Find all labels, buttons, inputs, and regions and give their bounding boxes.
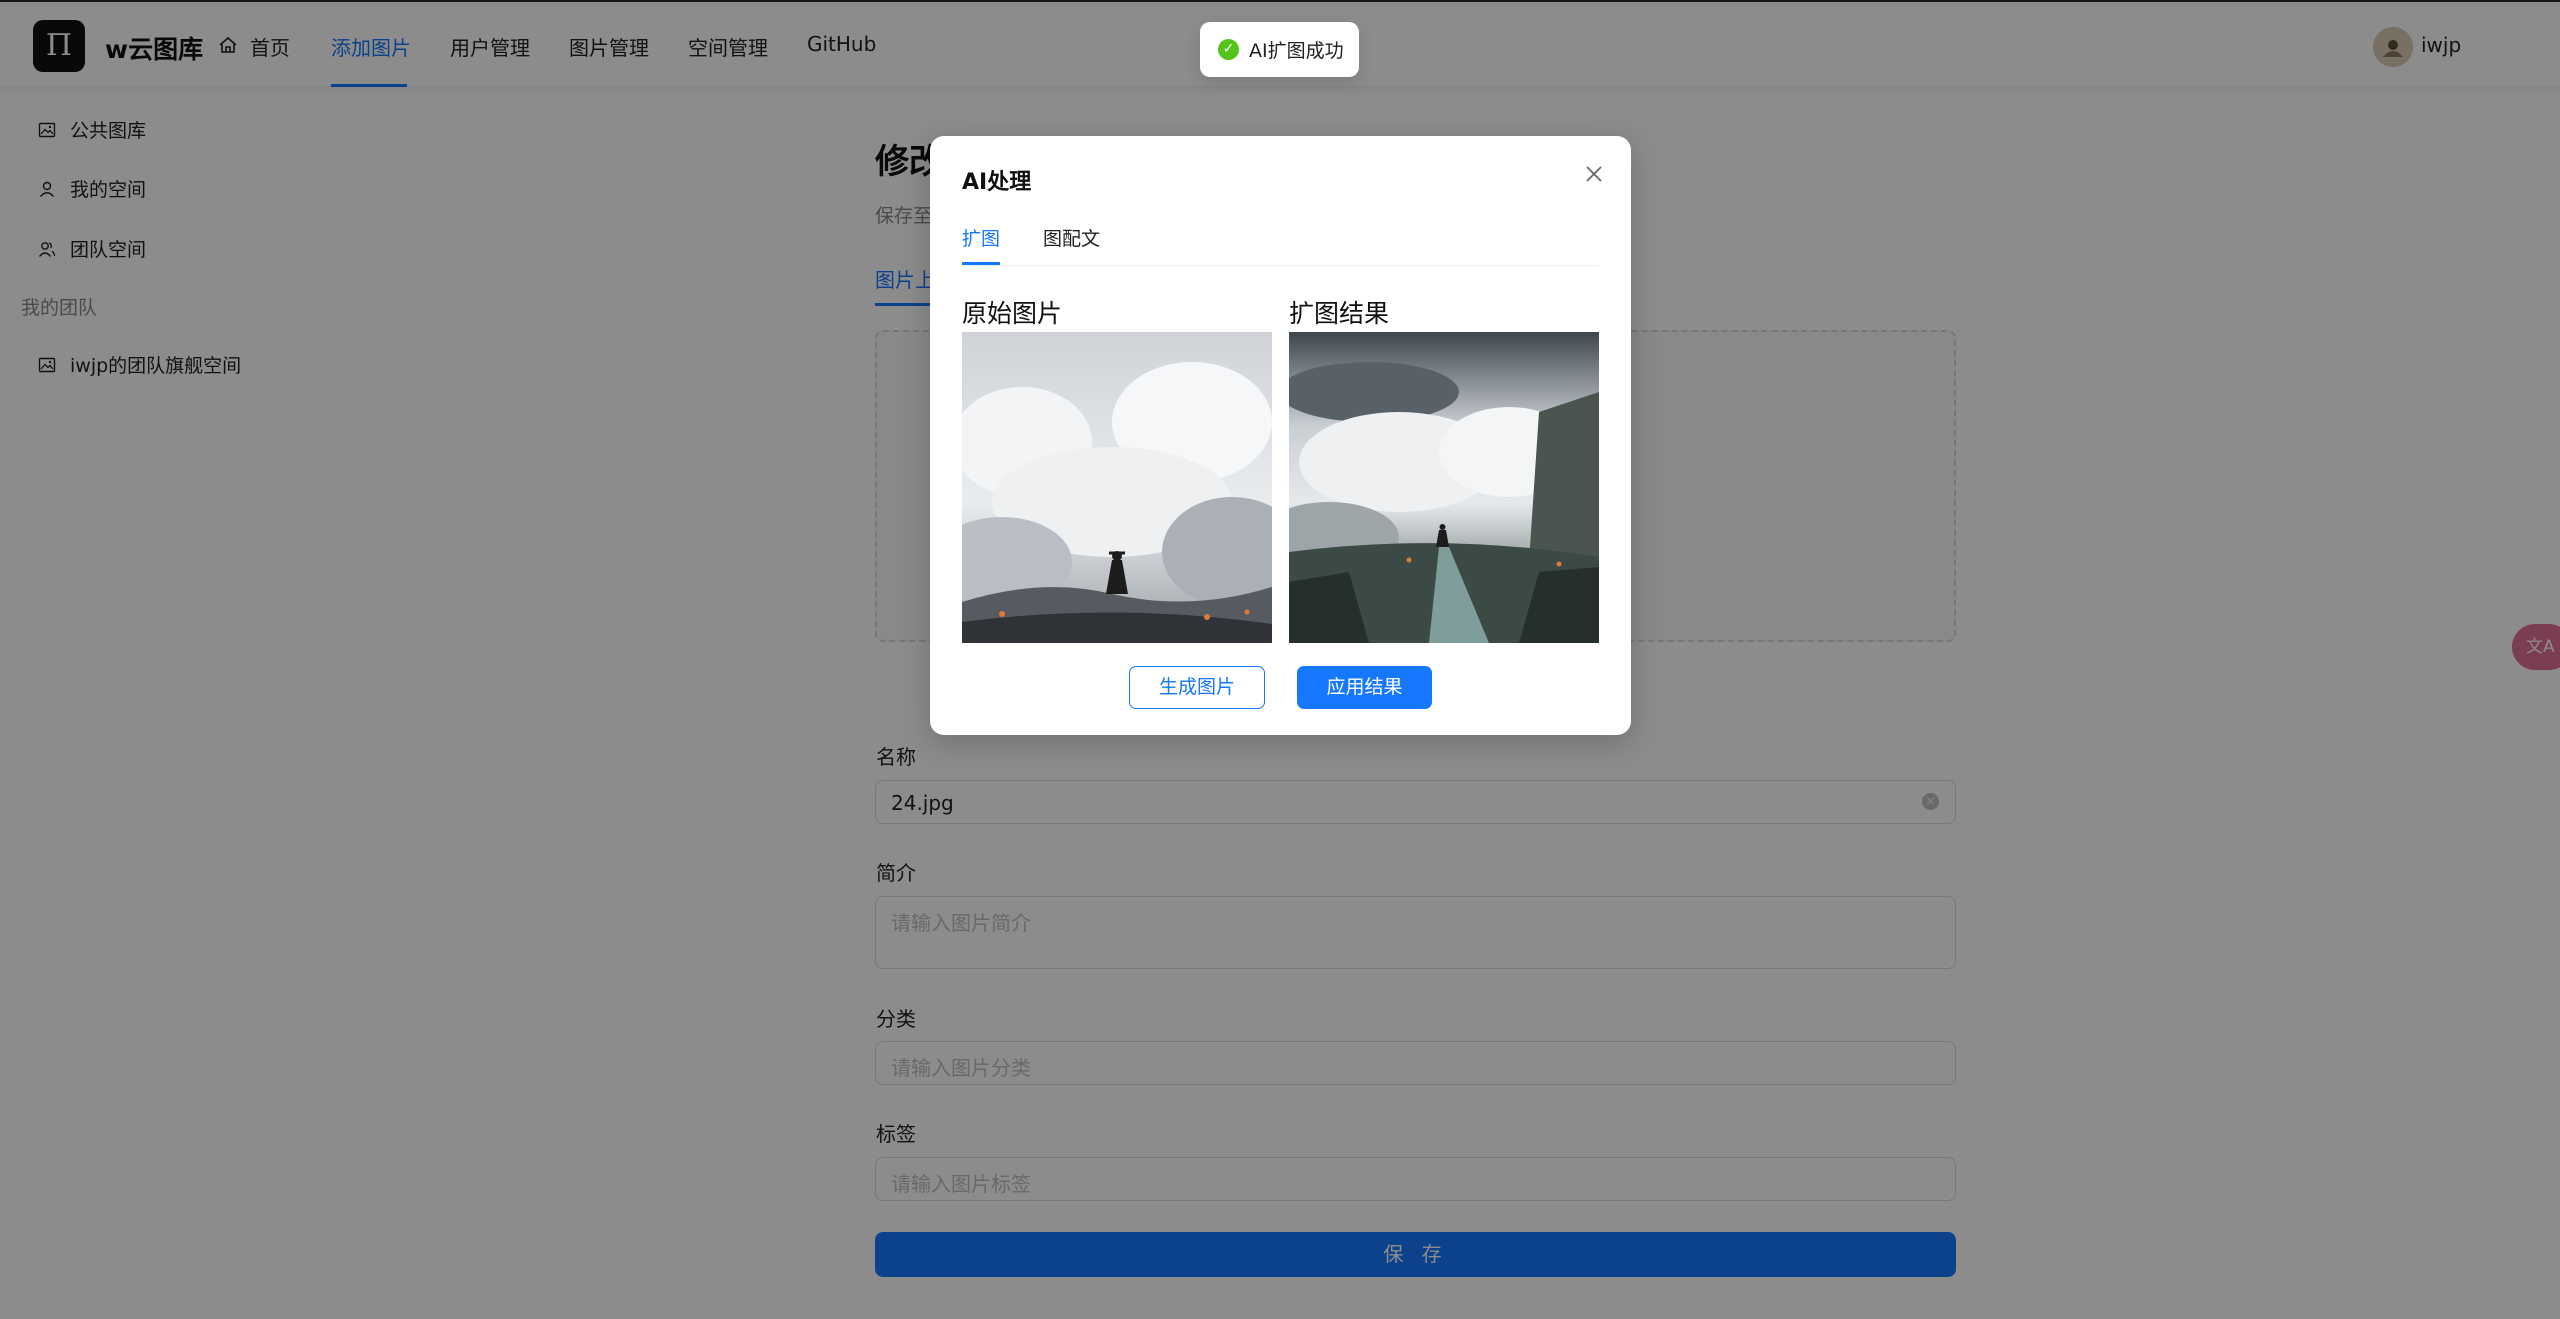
modal-title: AI处理 — [962, 170, 1032, 195]
generate-image-button[interactable]: 生成图片 — [1129, 666, 1265, 709]
tab-outpaint[interactable]: 扩图 — [962, 224, 1000, 251]
modal-tab-divider — [962, 265, 1599, 266]
apply-result-button[interactable]: 应用结果 — [1297, 666, 1432, 709]
close-icon[interactable] — [1582, 162, 1606, 186]
toast-message: AI扩图成功 — [1249, 40, 1344, 62]
ai-process-modal: AI处理 扩图 图配文 原始图片 扩图结果 生成图片 应用结果 — [930, 136, 1631, 735]
tab-image-caption[interactable]: 图配文 — [1043, 224, 1100, 251]
success-toast: ✓ AI扩图成功 — [1200, 22, 1359, 77]
original-image — [962, 332, 1272, 643]
check-circle-icon: ✓ — [1218, 39, 1239, 60]
result-image-title: 扩图结果 — [1289, 299, 1390, 328]
original-image-title: 原始图片 — [962, 299, 1063, 328]
result-image — [1289, 332, 1599, 643]
